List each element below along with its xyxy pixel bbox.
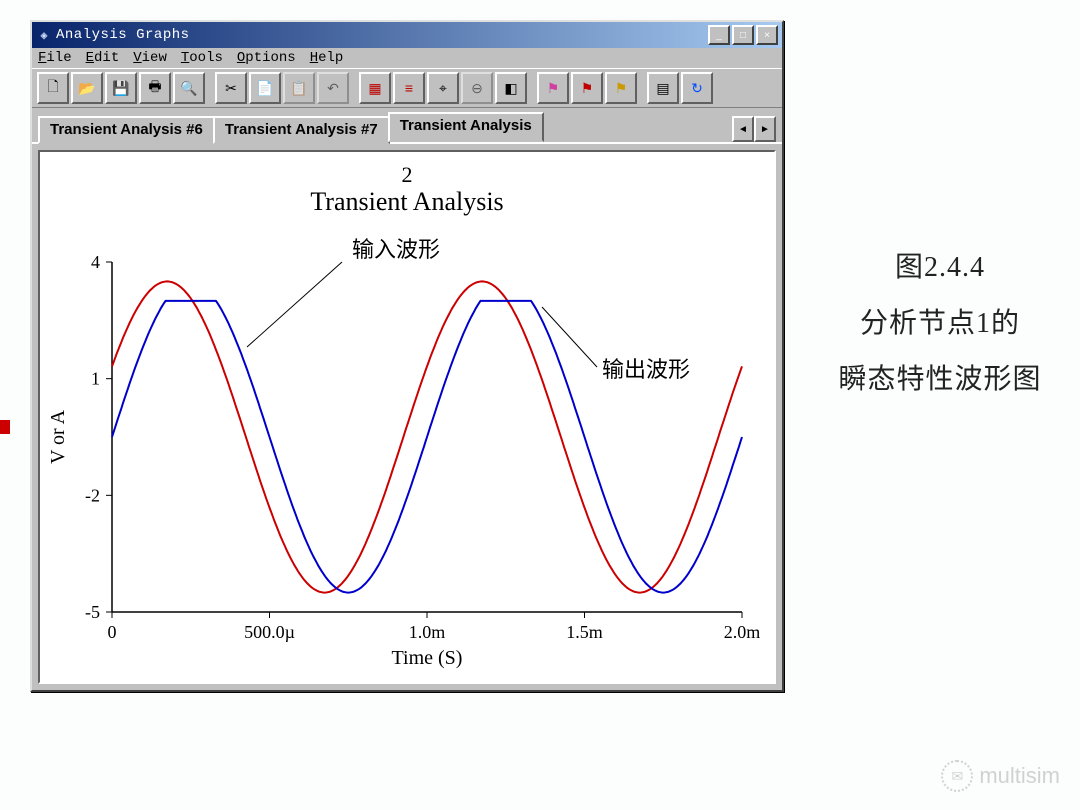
svg-text:500.0µ: 500.0µ — [244, 622, 295, 642]
svg-text:2: 2 — [402, 162, 413, 187]
undo-icon: ↶ — [327, 80, 339, 97]
watermark-text: multisim — [979, 763, 1060, 789]
new-button[interactable]: 🗋 — [37, 72, 69, 104]
toolbar: 🗋 📂 💾 🖶 🔍 ✂ 📄 📋 ↶ ▦ ≡ ⌖ ⊖ ◧ ⚑ ⚑ ⚑ ▤ ↻ — [32, 68, 782, 108]
open-folder-icon: 📂 — [78, 80, 95, 97]
grid-button[interactable]: ▦ — [359, 72, 391, 104]
minimize-button[interactable]: _ — [708, 25, 730, 45]
bring-front-icon: ◧ — [504, 80, 517, 97]
menu-view[interactable]: View — [133, 50, 167, 66]
cut-button[interactable]: ✂ — [215, 72, 247, 104]
tab-scroll-right[interactable]: ► — [754, 116, 776, 142]
titlebar[interactable]: ◈ Analysis Graphs _ □ × — [32, 22, 782, 48]
svg-text:4: 4 — [91, 252, 100, 272]
svg-text:-5: -5 — [85, 602, 100, 622]
watermark: ✉ multisim — [941, 760, 1060, 792]
printer-icon: 🖶 — [148, 76, 161, 100]
marker-pink-icon: ⚑ — [547, 80, 560, 97]
svg-text:V or A: V or A — [47, 409, 69, 464]
tab-scroll: ◄ ► — [732, 116, 776, 142]
tab-transient-active[interactable]: Transient Analysis — [388, 112, 544, 142]
paste-button[interactable]: 📋 — [283, 72, 315, 104]
save-button[interactable]: 💾 — [105, 72, 137, 104]
preview-button[interactable]: 🔍 — [173, 72, 205, 104]
front-button[interactable]: ◧ — [495, 72, 527, 104]
scissors-icon: ✂ — [225, 80, 237, 97]
copy-button[interactable]: 📄 — [249, 72, 281, 104]
window-controls: _ □ × — [708, 25, 778, 45]
refresh-blue-icon: ↻ — [691, 80, 703, 97]
svg-text:1: 1 — [91, 369, 100, 389]
svg-text:Time (S): Time (S) — [392, 647, 463, 669]
grid-icon: ▦ — [368, 80, 381, 97]
maximize-icon: □ — [740, 30, 746, 41]
svg-text:0: 0 — [108, 622, 117, 642]
new-file-icon: 🗋 — [47, 76, 58, 100]
properties-button[interactable]: ▤ — [647, 72, 679, 104]
legend-button[interactable]: ≡ — [393, 72, 425, 104]
properties-icon: ▤ — [656, 80, 669, 97]
marker2-button[interactable]: ⚑ — [571, 72, 603, 104]
toolbar-separator — [207, 76, 213, 100]
cursor-icon: ⌖ — [439, 80, 447, 97]
minimize-icon: _ — [716, 30, 722, 41]
cursor-button[interactable]: ⌖ — [427, 72, 459, 104]
maximize-button[interactable]: □ — [732, 25, 754, 45]
close-button[interactable]: × — [756, 25, 778, 45]
window-title: Analysis Graphs — [56, 27, 708, 43]
marker1-button[interactable]: ⚑ — [537, 72, 569, 104]
marker3-button[interactable]: ⚑ — [605, 72, 637, 104]
app-window: ◈ Analysis Graphs _ □ × File Edit View T… — [30, 20, 784, 692]
svg-text:-2: -2 — [85, 485, 100, 505]
app-icon: ◈ — [36, 27, 52, 43]
plot-panel: 2Transient Analysis -5 -2 1 4 0 500.0µ 1.0m 1.5m… — [32, 142, 782, 690]
zoom-out-icon: ⊖ — [471, 80, 483, 97]
marker-yellow-icon: ⚑ — [615, 80, 628, 97]
chart-svg: 2Transient Analysis -5 -2 1 4 0 500.0µ 1.0m 1.5m… — [40, 152, 774, 682]
open-button[interactable]: 📂 — [71, 72, 103, 104]
marker-red-icon: ⚑ — [581, 80, 594, 97]
figure-caption: 图2.4.4 分析节点1的 瞬态特性波形图 — [820, 240, 1060, 408]
caption-line-3: 瞬态特性波形图 — [820, 352, 1060, 408]
close-icon: × — [764, 30, 770, 41]
menu-help[interactable]: Help — [310, 50, 344, 66]
toolbar-separator — [351, 76, 357, 100]
menu-options[interactable]: Options — [237, 50, 296, 66]
legend-icon: ≡ — [405, 80, 413, 96]
copy-icon: 📄 — [256, 80, 273, 97]
svg-text:Transient Analysis: Transient Analysis — [310, 187, 503, 216]
toolbar-separator — [639, 76, 645, 100]
toolbar-separator — [529, 76, 535, 100]
svg-text:输出波形: 输出波形 — [602, 357, 690, 382]
menubar: File Edit View Tools Options Help — [32, 48, 782, 68]
chart-area[interactable]: 2Transient Analysis -5 -2 1 4 0 500.0µ 1.0m 1.5m… — [38, 150, 776, 684]
svg-text:2.0m: 2.0m — [724, 622, 761, 642]
wechat-icon: ✉ — [941, 760, 973, 792]
caption-line-2: 分析节点1的 — [820, 296, 1060, 352]
menu-edit[interactable]: Edit — [86, 50, 120, 66]
tab-transient-6[interactable]: Transient Analysis #6 — [38, 116, 215, 144]
print-preview-icon: 🔍 — [180, 80, 197, 97]
menu-file[interactable]: File — [38, 50, 72, 66]
undo-button[interactable]: ↶ — [317, 72, 349, 104]
menu-tools[interactable]: Tools — [181, 50, 223, 66]
tab-scroll-left[interactable]: ◄ — [732, 116, 754, 142]
zoom-button[interactable]: ⊖ — [461, 72, 493, 104]
save-disk-icon: 💾 — [112, 80, 129, 97]
refresh-button[interactable]: ↻ — [681, 72, 713, 104]
svg-text:输入波形: 输入波形 — [352, 237, 440, 262]
tab-transient-7[interactable]: Transient Analysis #7 — [213, 116, 390, 144]
slide-marker — [0, 420, 10, 434]
tab-bar: Transient Analysis #6 Transient Analysis… — [32, 108, 782, 142]
caption-line-1: 图2.4.4 — [820, 240, 1060, 296]
print-button[interactable]: 🖶 — [139, 72, 171, 104]
paste-icon: 📋 — [290, 80, 307, 97]
svg-text:1.5m: 1.5m — [566, 622, 603, 642]
svg-text:1.0m: 1.0m — [409, 622, 446, 642]
